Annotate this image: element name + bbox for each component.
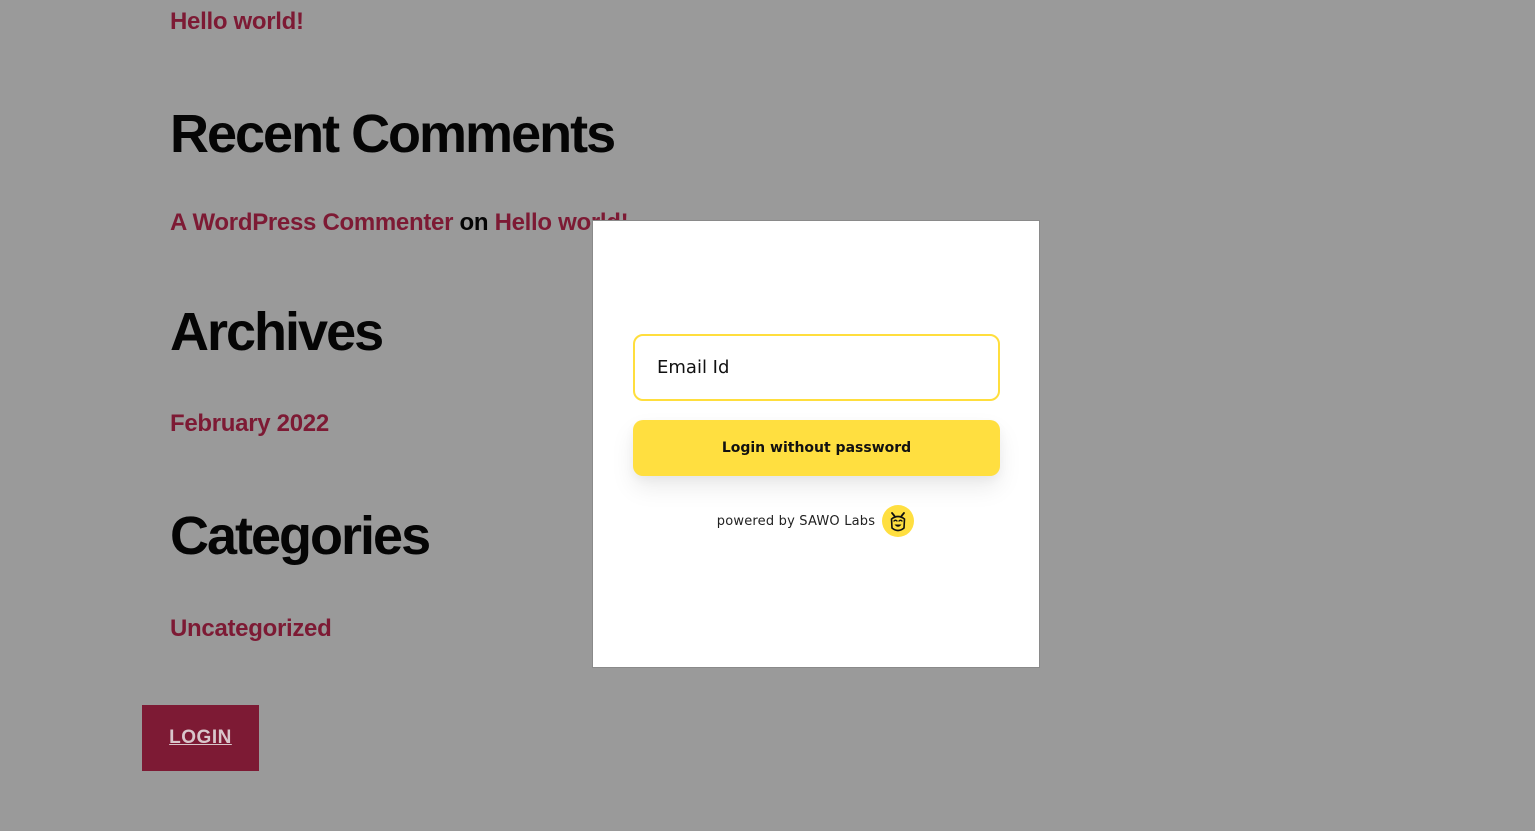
email-input[interactable] (633, 334, 1000, 401)
login-without-password-button[interactable]: Login without password (633, 420, 1000, 476)
post-link-hello-world[interactable]: Hello world! (170, 8, 304, 36)
recent-comment-item: A WordPress Commenter on Hello world! (170, 209, 629, 237)
archives-heading: Archives (170, 302, 384, 362)
powered-by-footer: powered by SAWO Labs (593, 504, 1039, 538)
comment-connector: on (459, 209, 489, 236)
category-link-uncategorized[interactable]: Uncategorized (170, 615, 332, 643)
recent-comments-heading: Recent Comments (170, 104, 616, 164)
sawo-bee-logo-icon (881, 504, 915, 538)
powered-by-text: powered by SAWO Labs (716, 513, 876, 529)
archive-link-february-2022[interactable]: February 2022 (170, 410, 329, 438)
login-button[interactable]: LOGIN (142, 705, 259, 771)
sawo-login-modal: Login without password powered by SAWO L… (592, 220, 1040, 668)
categories-heading: Categories (170, 506, 431, 566)
comment-author-link[interactable]: A WordPress Commenter (170, 209, 453, 236)
